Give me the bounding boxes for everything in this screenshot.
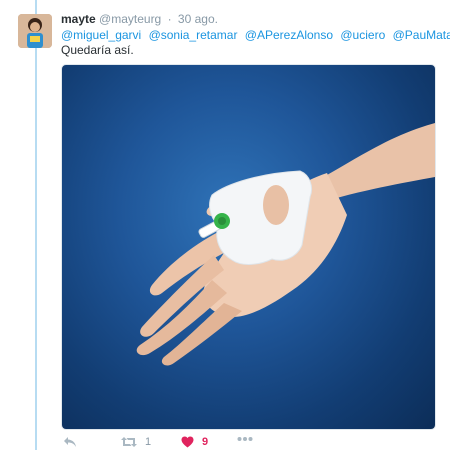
author-name[interactable]: mayte [61, 12, 96, 26]
tweet-header: mayte @mayteurg · 30 ago. [61, 12, 218, 26]
photo-hand-with-catheter [136, 123, 435, 366]
reply-button[interactable] [63, 436, 77, 448]
avatar-image [18, 14, 52, 48]
mention-link[interactable]: @uciero [340, 28, 385, 42]
mention-link[interactable]: @sonia_retamar [149, 28, 238, 42]
thread-line [35, 0, 37, 450]
tweet-photo[interactable] [61, 64, 436, 430]
more-button[interactable] [237, 436, 253, 442]
retweet-button[interactable]: 1 [121, 436, 151, 448]
author-handle[interactable]: @mayteurg [99, 12, 161, 26]
avatar[interactable] [18, 14, 52, 48]
mentions-line: @miguel_garvi @sonia_retamar @APerezAlon… [61, 28, 450, 42]
mention-link[interactable]: @APerezAlonso [245, 28, 333, 42]
tweet-text: Quedaría así. [61, 43, 134, 57]
heart-icon [181, 436, 194, 448]
like-count: 9 [202, 436, 209, 448]
mention-link[interactable]: @PauMatalap [393, 28, 450, 42]
header-separator: · [167, 12, 172, 26]
reply-icon [64, 437, 76, 447]
retweet-icon [121, 437, 137, 447]
more-dots-icon [237, 437, 253, 441]
mention-link[interactable]: @miguel_garvi [61, 28, 141, 42]
like-button[interactable]: 9 [181, 436, 208, 448]
tweet-date[interactable]: 30 ago. [178, 12, 218, 26]
retweet-count: 1 [145, 436, 152, 448]
